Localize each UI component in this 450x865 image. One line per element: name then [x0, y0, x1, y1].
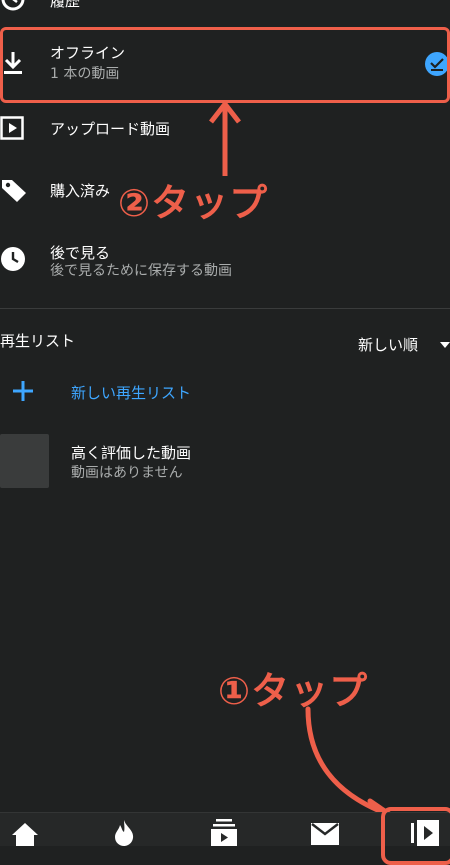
annotation-box-library	[381, 807, 450, 865]
plus-icon	[13, 381, 33, 401]
home-icon[interactable]	[10, 821, 40, 846]
history-icon	[1, 0, 25, 11]
playlists-header: 再生リスト	[0, 332, 76, 350]
trending-icon[interactable]	[112, 819, 136, 846]
playlist-title: 高く評価した動画	[71, 444, 192, 462]
new-playlist-row[interactable]: 新しい再生リスト	[0, 372, 450, 410]
history-label: 履歴	[50, 0, 81, 10]
playlist-subtitle: 動画はありません	[71, 465, 183, 481]
sort-label: 新しい順	[358, 336, 419, 354]
uploads-label: アップロード動画	[50, 120, 171, 138]
annotation-box-offline	[0, 27, 450, 103]
annotation-arrow-step2	[209, 101, 241, 176]
history-row[interactable]: 履歴	[0, 0, 450, 11]
inbox-icon[interactable]	[311, 823, 339, 845]
sort-dropdown[interactable]: 新しい順	[356, 332, 450, 356]
watch-later-row[interactable]: 後で見る 後で見るために保存する動画	[0, 238, 450, 288]
playlist-thumbnail	[0, 434, 49, 488]
subscriptions-icon[interactable]	[210, 819, 238, 846]
new-playlist-label: 新しい再生リスト	[71, 384, 192, 402]
chevron-down-icon	[440, 342, 450, 348]
video-play-icon	[0, 116, 24, 140]
purchases-label: 購入済み	[50, 182, 111, 200]
playlist-item[interactable]: 高く評価した動画 動画はありません	[0, 432, 450, 490]
clock-icon	[1, 247, 25, 271]
section-divider	[0, 308, 450, 309]
annotation-step2: ②タップ	[118, 181, 269, 225]
watch-later-subtitle: 後で見るために保存する動画	[50, 263, 232, 279]
tag-icon	[2, 180, 26, 202]
